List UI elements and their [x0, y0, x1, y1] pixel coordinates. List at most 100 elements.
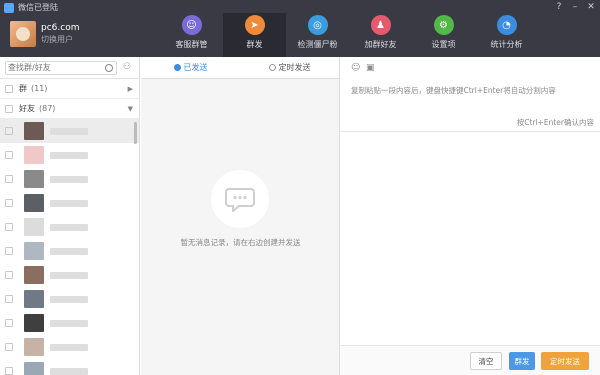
tab-scheduled[interactable]: 定时发送: [240, 57, 339, 78]
tab-sent[interactable]: 已发送: [141, 57, 240, 78]
friends-label: 好友: [19, 104, 35, 113]
window-title: 微信已登陆: [18, 3, 58, 12]
contact-row[interactable]: [0, 215, 139, 239]
contact-avatar: [24, 146, 44, 164]
scan-search-icon: ◎: [307, 15, 328, 35]
contact-checkbox[interactable]: [5, 367, 13, 375]
contact-checkbox[interactable]: [5, 319, 13, 327]
contact-name-blurred: [50, 199, 88, 207]
contact-row[interactable]: [0, 143, 139, 167]
main-nav: ☺ 客服群管 ➤ 群发 ◎ 检测僵尸粉 ♟ 加群好友 ⚙ 设置项 ◔ 统计分析: [160, 13, 538, 57]
contact-row[interactable]: [0, 263, 139, 287]
nav-statistics[interactable]: ◔ 统计分析: [475, 13, 538, 57]
nav-customer-service[interactable]: ☺ 客服群管: [160, 13, 223, 57]
contact-checkbox[interactable]: [5, 271, 13, 279]
switch-user-link[interactable]: 切换用户: [41, 34, 79, 46]
nav-detect-zombie[interactable]: ◎ 检测僵尸粉: [286, 13, 349, 57]
caret-down-icon[interactable]: ▼: [128, 105, 133, 113]
search-row: ⚇: [0, 57, 139, 79]
contact-avatar: [24, 362, 44, 375]
scheduled-send-button[interactable]: 定时发送: [541, 352, 589, 370]
contact-checkbox[interactable]: [5, 247, 13, 255]
user-name: pc6.com: [41, 23, 80, 33]
clear-button[interactable]: 清空: [470, 352, 502, 370]
add-friend-icon: ♟: [370, 15, 391, 35]
shortcut-hint: 按Ctrl+Enter确认内容: [516, 118, 594, 127]
contact-checkbox[interactable]: [5, 151, 13, 159]
contact-row[interactable]: [0, 191, 139, 215]
nav-settings[interactable]: ⚙ 设置项: [412, 13, 475, 57]
group-checkbox[interactable]: [5, 84, 13, 93]
contact-name-blurred: [50, 367, 88, 375]
caret-right-icon[interactable]: ▶: [128, 85, 133, 93]
contact-name-blurred: [50, 295, 88, 303]
customer-service-icon: ☺: [181, 15, 202, 35]
clock-icon: [268, 64, 276, 71]
contact-name-blurred: [50, 175, 88, 183]
group-count: (11): [31, 84, 48, 93]
contact-checkbox[interactable]: [5, 343, 13, 351]
group-row-groups[interactable]: 群 (11) ▶: [0, 79, 139, 99]
group-row-friends[interactable]: 好友 (87) ▼: [0, 99, 139, 119]
friends-checkbox[interactable]: [5, 104, 13, 113]
empty-state-text: 暂无消息记录，请在右边创建并发送: [180, 238, 301, 247]
mass-send-button[interactable]: 群发: [509, 352, 535, 370]
contact-name-blurred: [50, 343, 88, 351]
contact-name-blurred: [50, 127, 88, 135]
contact-checkbox[interactable]: [5, 295, 13, 303]
contact-checkbox[interactable]: [5, 175, 13, 183]
contact-avatar: [24, 314, 44, 332]
contact-name-blurred: [50, 223, 88, 231]
compose-panel: ☺ ▣ 复制粘贴一段内容后，键盘快捷键Ctrl+Enter将自动分割内容 按Ct…: [341, 57, 600, 375]
contact-row[interactable]: [0, 359, 139, 375]
contact-row[interactable]: [0, 311, 139, 335]
sidebar-scrollbar[interactable]: [134, 122, 137, 144]
history-panel: 已发送 定时发送 暂无消息记录，请在右边创建并发送: [141, 57, 340, 375]
search-icon[interactable]: [105, 63, 113, 72]
contact-avatar: [24, 242, 44, 260]
contact-row[interactable]: [0, 287, 139, 311]
contact-avatar: [24, 266, 44, 284]
search-input[interactable]: [6, 61, 106, 74]
compose-toolbar: ☺ ▣: [341, 57, 600, 79]
contact-checkbox[interactable]: [5, 127, 13, 135]
contact-row[interactable]: [0, 239, 139, 263]
send-plane-icon: ➤: [244, 15, 265, 35]
contact-avatar: [24, 122, 44, 140]
contact-name-blurred: [50, 271, 88, 279]
close-icon[interactable]: ✕: [586, 2, 596, 12]
contact-avatar: [24, 290, 44, 308]
contact-avatar: [24, 170, 44, 188]
nav-mass-send[interactable]: ➤ 群发: [223, 13, 286, 57]
help-icon[interactable]: ?: [554, 2, 564, 12]
contact-name-blurred: [50, 247, 88, 255]
sent-icon: [173, 64, 181, 71]
nav-add-friends[interactable]: ♟ 加群好友: [349, 13, 412, 57]
contact-avatar: [24, 194, 44, 212]
app-header: 微信已登陆 ? – ✕ pc6.com 切换用户 ☺ 客服群管 ➤ 群发 ◎ 检…: [0, 0, 600, 57]
contact-row[interactable]: [0, 119, 139, 143]
contact-row[interactable]: [0, 167, 139, 191]
contact-avatar: [24, 218, 44, 236]
window-controls: ? – ✕: [554, 2, 596, 12]
contact-checkbox[interactable]: [5, 223, 13, 231]
minimize-icon[interactable]: –: [570, 2, 580, 12]
history-tabs: 已发送 定时发送: [141, 57, 339, 79]
app-logo-icon: [4, 2, 14, 13]
image-icon[interactable]: ▣: [366, 63, 375, 73]
pie-chart-icon: ◔: [496, 15, 517, 35]
contact-list: [0, 119, 139, 375]
divider: [341, 131, 600, 132]
action-bar: 清空 群发 定时发送: [341, 345, 600, 375]
friends-count: (87): [39, 104, 56, 113]
contact-avatar: [24, 338, 44, 356]
gear-icon: ⚙: [433, 15, 454, 35]
user-profile[interactable]: pc6.com 切换用户: [10, 21, 79, 47]
group-label: 群: [19, 84, 27, 93]
add-contact-icon[interactable]: ⚇: [123, 63, 132, 72]
emoji-icon[interactable]: ☺: [351, 63, 360, 73]
contact-checkbox[interactable]: [5, 199, 13, 207]
contact-sidebar: ⚇ 群 (11) ▶ 好友 (87) ▼: [0, 57, 140, 375]
contact-row[interactable]: [0, 335, 139, 359]
avatar[interactable]: [10, 21, 36, 47]
